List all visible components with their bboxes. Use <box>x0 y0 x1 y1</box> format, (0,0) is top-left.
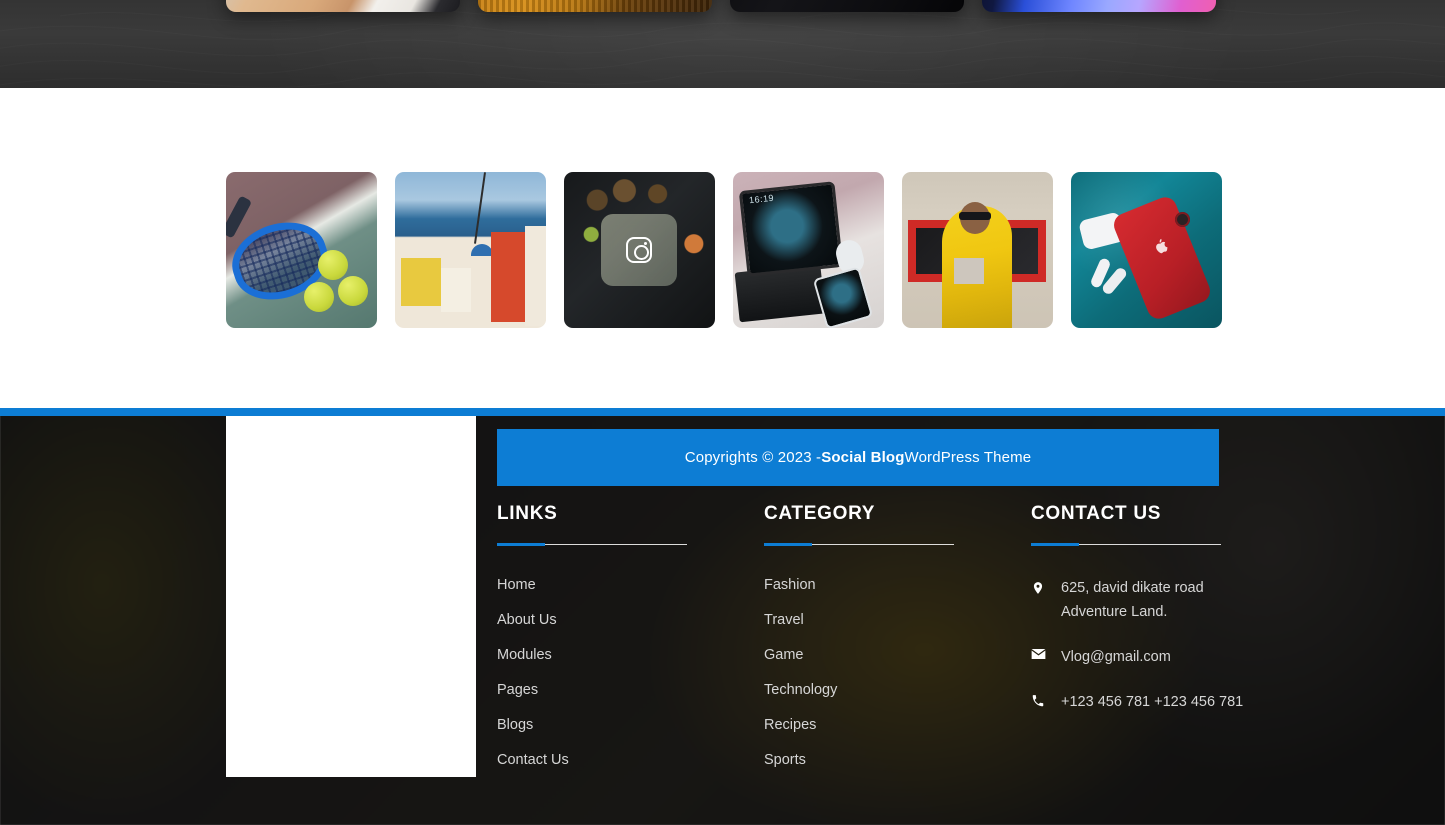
hero-card-4-image <box>982 0 1216 12</box>
page-root: 16:19 <box>0 0 1445 825</box>
instagram-photo-santorini[interactable] <box>395 172 546 328</box>
divider-white-segment <box>545 544 687 545</box>
contact-phone: +123 456 781 +123 456 781 <box>1031 690 1261 714</box>
divider-white-segment <box>1079 544 1221 545</box>
category-list: Fashion Travel Game Technology Recipes S… <box>764 576 994 769</box>
instagram-photo-devices[interactable]: 16:19 <box>733 172 884 328</box>
category-fashion[interactable]: Fashion <box>764 577 816 593</box>
contact-email: Vlog@gmail.com <box>1031 645 1261 669</box>
contact-email-text[interactable]: Vlog@gmail.com <box>1061 645 1171 669</box>
cream-building <box>525 226 546 326</box>
list-item: Game <box>764 646 994 664</box>
red-building <box>491 232 529 322</box>
copyright-brand[interactable]: Social Blog <box>821 449 904 466</box>
link-contact-us[interactable]: Contact Us <box>497 752 569 768</box>
instagram-icon <box>626 237 652 263</box>
yellow-building <box>401 258 441 306</box>
hero-card-4[interactable] <box>982 0 1216 12</box>
tennis-ball <box>318 250 348 280</box>
divider-blue-segment <box>1031 543 1079 546</box>
link-home[interactable]: Home <box>497 577 536 593</box>
sunglasses <box>959 212 991 220</box>
list-item: Home <box>497 576 727 594</box>
about-us-panel <box>226 416 476 777</box>
model-top <box>954 258 984 284</box>
instagram-photo-iphone[interactable] <box>1071 172 1222 328</box>
divider-blue-segment <box>497 543 545 546</box>
category-divider <box>764 543 954 546</box>
envelope-icon <box>1031 645 1045 660</box>
instagram-photo-food[interactable] <box>564 172 715 328</box>
category-technology[interactable]: Technology <box>764 682 837 698</box>
contact-divider <box>1031 543 1221 546</box>
topographic-pattern <box>0 0 1445 88</box>
divider-blue-segment <box>764 543 812 546</box>
phone-icon <box>1031 690 1045 709</box>
link-blogs[interactable]: Blogs <box>497 717 533 733</box>
instagram-gallery: 16:19 <box>226 172 1222 328</box>
tennis-ball <box>338 276 368 306</box>
footer-column-links: LINKS Home About Us Modules Pages Blogs … <box>497 504 727 786</box>
map-pin-icon <box>1031 576 1045 597</box>
list-item: Recipes <box>764 716 994 734</box>
list-item: About Us <box>497 611 727 629</box>
hero-card-2-image <box>478 0 712 12</box>
category-title: CATEGORY <box>764 504 994 523</box>
copyright-suffix: WordPress Theme <box>905 449 1032 466</box>
category-travel[interactable]: Travel <box>764 612 804 628</box>
list-item: Modules <box>497 646 727 664</box>
list-item: Contact Us <box>497 751 727 769</box>
instagram-photo-tennis[interactable] <box>226 172 377 328</box>
instagram-gallery-section: 16:19 <box>0 88 1445 408</box>
contact-address: 625, david dikate road Adventure Land. <box>1031 576 1261 624</box>
links-title: LINKS <box>497 504 727 523</box>
instagram-overlay[interactable] <box>601 214 677 286</box>
footer-column-category: CATEGORY Fashion Travel Game Technology … <box>764 504 994 786</box>
divider-white-segment <box>812 544 954 545</box>
footer-column-contact: CONTACT US 625, david dikate road Advent… <box>1031 504 1261 735</box>
link-about-us[interactable]: About Us <box>497 612 557 628</box>
links-divider <box>497 543 687 546</box>
hero-card-1[interactable] <box>226 0 460 12</box>
white-building <box>441 268 471 312</box>
hero-strip <box>0 0 1445 88</box>
category-sports[interactable]: Sports <box>764 752 806 768</box>
copyright-prefix: Copyrights © 2023 - <box>685 449 821 466</box>
copyright-bar: Copyrights © 2023 - Social Blog WordPres… <box>497 429 1219 486</box>
hero-card-2[interactable] <box>478 0 712 12</box>
links-list: Home About Us Modules Pages Blogs Contac… <box>497 576 727 769</box>
list-item: Technology <box>764 681 994 699</box>
list-item: Pages <box>497 681 727 699</box>
hero-card-3-image <box>730 0 964 12</box>
list-item: Travel <box>764 611 994 629</box>
contact-phone-text[interactable]: +123 456 781 +123 456 781 <box>1061 690 1243 714</box>
contact-list: 625, david dikate road Adventure Land. V… <box>1031 576 1261 714</box>
instagram-photo-fashion[interactable] <box>902 172 1053 328</box>
list-item: Sports <box>764 751 994 769</box>
link-modules[interactable]: Modules <box>497 647 552 663</box>
category-recipes[interactable]: Recipes <box>764 717 816 733</box>
hero-card-1-image <box>226 0 460 12</box>
list-item: Blogs <box>497 716 727 734</box>
category-game[interactable]: Game <box>764 647 804 663</box>
hero-card-row <box>0 0 1445 12</box>
list-item: Fashion <box>764 576 994 594</box>
contact-title: CONTACT US <box>1031 504 1261 523</box>
hero-card-3[interactable] <box>730 0 964 12</box>
tennis-ball <box>304 282 334 312</box>
link-pages[interactable]: Pages <box>497 682 538 698</box>
contact-address-text: 625, david dikate road Adventure Land. <box>1061 576 1261 624</box>
